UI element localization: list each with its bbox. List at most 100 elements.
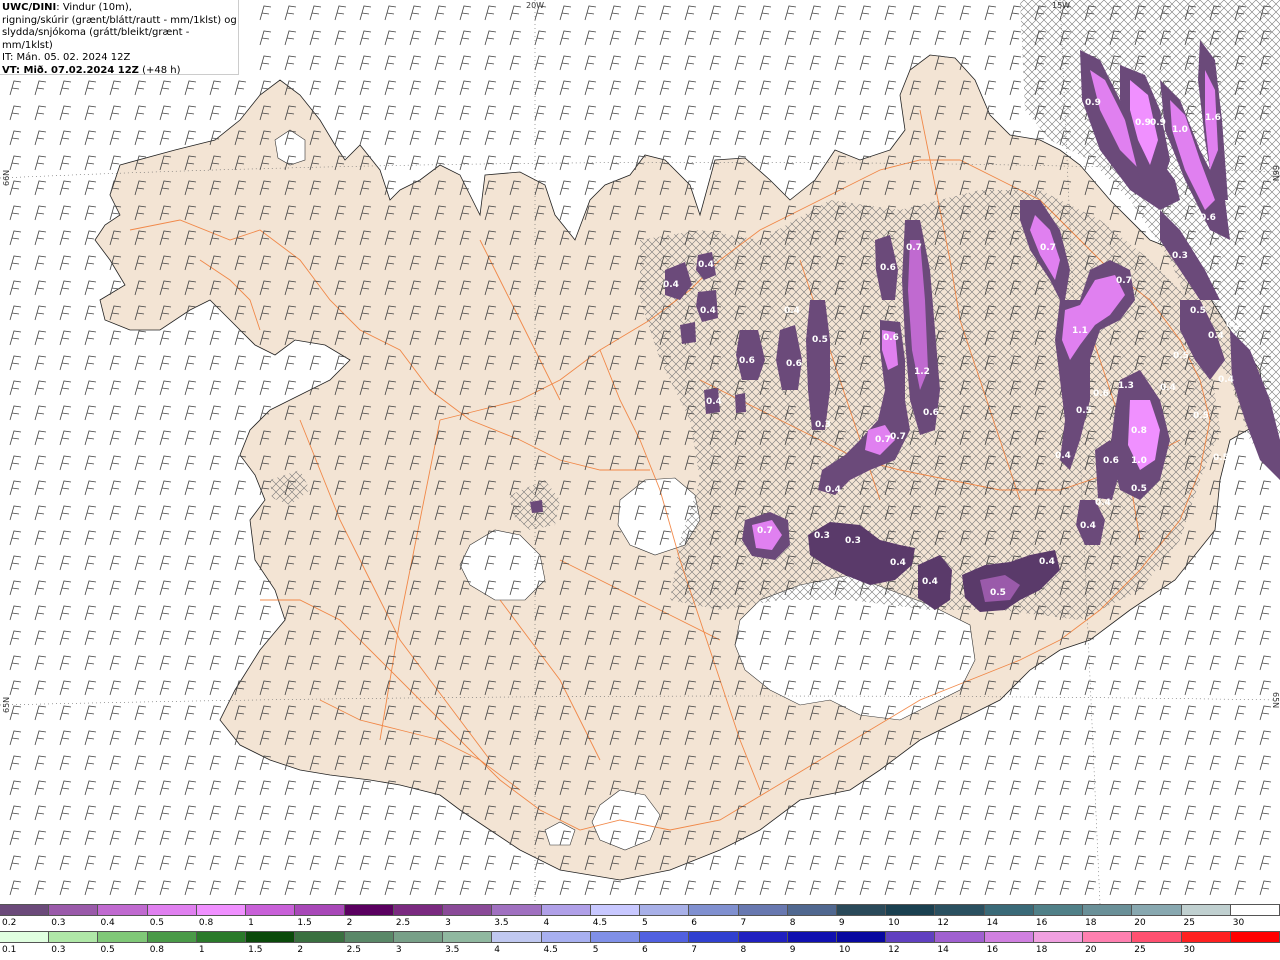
legend-swatch [1132,932,1182,942]
legend-swatch [984,932,1034,942]
legend-label: 0.8 [149,945,165,955]
precip-value: 0.4 [1160,383,1176,393]
precip-value: 0.6 [923,408,939,418]
legend-label: 2.5 [346,945,361,955]
legend-swatch [196,932,247,942]
legend-swatch [836,932,887,942]
legend-label: 0.3 [51,918,66,928]
info-line2: rigning/skúrir (grænt/blátt/rautt - mm/1… [2,14,237,26]
precip-value: 0.4 [1055,451,1071,461]
legend-label: 30 [1232,918,1245,928]
precip-value: 0.7 [757,526,773,536]
legend-label: 4 [543,918,550,928]
legend-label: 0.4 [100,918,115,928]
precip-value: 0.4 [706,397,722,407]
legend-label: 5 [592,945,599,955]
legend-swatch [689,905,739,915]
precip-value: 0.6 [883,333,899,343]
legend-swatch [590,905,641,915]
legend-label: 14 [937,945,949,955]
legend-label: 18 [1085,918,1097,928]
legend-swatch [886,932,936,942]
legend-swatch [147,905,197,915]
precip-value: 0.3 [1172,251,1188,261]
precip-value: 0.3 [845,536,861,546]
legend-swatch [1181,932,1231,942]
legend-swatch [393,905,444,915]
legend-swatch [147,932,197,942]
legend-label: 16 [986,945,999,955]
legend-swatch [1132,905,1182,915]
legend-snow-colorbar [0,904,1280,916]
precip-blob-c12 [735,393,746,413]
legend-label: 14 [986,918,999,928]
precip-value: 0.4 [1080,521,1096,531]
legend-label: 8 [740,945,747,955]
legend-label: 3 [395,945,402,955]
legend-swatch [787,932,837,942]
legend-swatch [1083,905,1133,915]
legend-label: 9 [838,918,845,928]
legend-label: 20 [1085,945,1097,955]
label-15w: 15W [1052,1,1070,10]
legend-swatch [541,905,591,915]
legend-label: 0.5 [149,918,165,928]
legend-label: 2 [297,945,304,955]
legend-swatch [689,932,739,942]
legend-swatch [0,905,50,915]
precip-value: 0.5 [1226,320,1242,330]
legend-label: 4.5 [543,945,558,955]
legend-rain-colorbar [0,931,1280,943]
precip-value: 0.4 [922,577,938,587]
legend-swatch [836,905,887,915]
precip-value: 0.5 [812,335,828,345]
legend-swatch [295,905,345,915]
legend-label: 1.5 [248,945,263,955]
precip-value: 0.6 [1103,456,1119,466]
precip-value: 0.4 [663,280,679,290]
legend-label: 0.1 [2,945,17,955]
precip-value: 0.3 [814,531,830,541]
legend-swatch [0,932,50,942]
precip-value: 0.9 [1085,98,1101,108]
legend-swatch [246,932,296,942]
precip-value: 0.5 [1131,484,1147,494]
precip-value: 0.6 [1093,389,1109,399]
precip-blob-central [530,500,543,513]
legend-label: 3.5 [445,945,460,955]
forecast-hour: (+48 h) [138,64,181,76]
legend-swatch [49,905,99,915]
legend-swatch [49,932,99,942]
precip-value: 0.8 [1131,426,1147,436]
legend-swatch [295,932,345,942]
legend-label: 0.2 [2,918,17,928]
info-line3: slydda/snjókoma (grátt/bleikt/grænt - mm… [2,27,190,51]
legend-label: 16 [1035,918,1048,928]
precip-value: 0.7 [1040,243,1056,253]
label-66n-right: 66N [1271,165,1280,181]
precip-value: 0.4 [1218,375,1234,385]
precip-value: 0.4 [784,306,800,316]
legend-label: 18 [1035,945,1048,955]
legend-swatch [935,905,985,915]
precip-value: 0.7 [875,435,891,445]
legend-label: 2.5 [395,918,411,928]
legend-swatch [590,932,641,942]
legend-label: 10 [838,945,851,955]
legend-label: 4 [494,945,501,955]
legend-label: 12 [937,918,949,928]
legend-label: 0.8 [198,918,214,928]
legend-label: 2 [346,918,353,928]
legend-swatch [984,905,1034,915]
legend-swatch [640,905,690,915]
precip-value: 0.4 [890,558,906,568]
legend-swatch [344,932,394,942]
legend-swatch [1181,905,1231,915]
precip-value: 1.3 [1118,381,1134,391]
legend-swatch [787,905,837,915]
label-65n-right: 65N [1271,692,1280,708]
legend-swatch [1033,905,1084,915]
legend-swatch [196,905,247,915]
legend-rain-labels: 0.1 0.3 0.5 0.8 1 1.5 2 2.5 3 3.5 4 4.5 5 6 7 8 9 10 12 14 1… [0,943,1280,957]
legend-label: 6 [642,945,648,955]
